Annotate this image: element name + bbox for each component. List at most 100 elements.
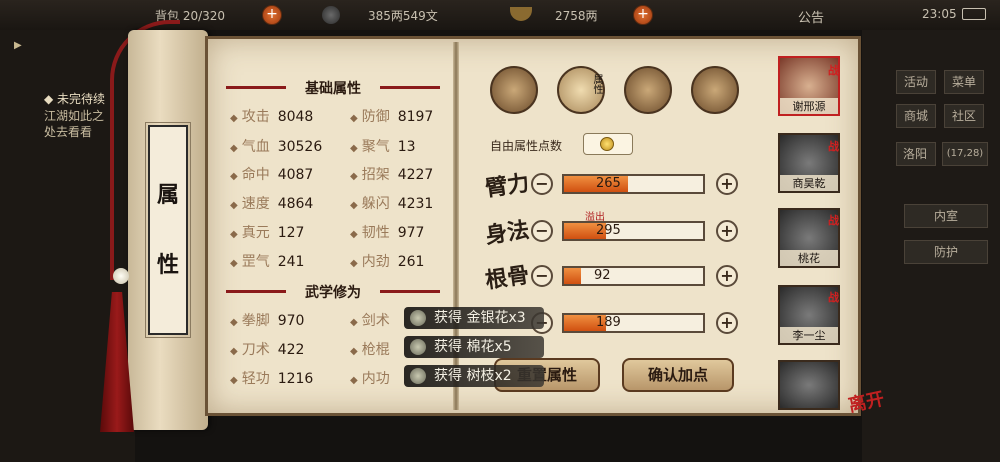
silver-amount: 2758两 [555,9,598,23]
stat-bar: 92 [562,266,705,286]
notice-button[interactable]: 公告 [798,7,824,26]
inner-room-button[interactable]: 内室 [904,204,988,228]
attribute-scroll-label: 属 性 [145,122,191,338]
attr-value: 4231 [397,196,434,212]
reward-toast: 获得 金银花x3 [404,307,544,329]
attr-gang-qi: ◆ 罡气 241 [230,254,305,270]
stat-bar: 189 [562,313,705,333]
martial-lightness: ◆ 轻功 1216 [230,371,314,387]
attr-label: 真元 [241,225,270,241]
add-capacity-button[interactable]: + [262,5,282,25]
attr-gather-qi: ◆ 聚气 13 [350,139,416,155]
attr-value: 1216 [277,371,314,387]
attr-label: 速度 [241,196,270,212]
toast-text: 获得 树枝x2 [434,368,512,384]
attr-label: 防御 [361,109,390,125]
attr-label: 韧性 [361,225,390,241]
attr-label: 内功 [361,371,390,387]
battle-badge: 战 [828,140,839,153]
battle-badge: 战 [828,64,839,77]
attr-value: 127 [277,225,305,241]
attr-hp: ◆ 气血 30526 [230,139,323,155]
meridian-tab-icon[interactable] [691,66,739,114]
increase-stat-button[interactable]: + [716,265,738,287]
honeysuckle-icon [410,310,426,326]
increase-stat-button[interactable]: + [716,173,738,195]
decrease-stat-button[interactable]: − [531,220,553,242]
attr-speed: ◆ 速度 4864 [230,196,314,212]
free-points-label: 自由属性点数 [490,139,563,153]
attr-label: 轻功 [241,371,270,387]
location-coord: (17,28) [942,142,988,166]
attr-label: 命中 [241,167,270,183]
attr-value: 8048 [277,109,314,125]
bagua-tab-icon[interactable] [624,66,672,114]
attr-toughness: ◆ 韧性 977 [350,225,425,241]
equipment-tab-icon[interactable] [490,66,538,114]
coin-icon [322,6,340,24]
battery-icon [962,8,986,20]
toast-text: 获得 金银花x3 [434,310,526,326]
quest-line-2: 处去看看 [44,125,93,139]
stat-value: 295 [596,223,621,238]
attr-dodge: ◆ 躲闪 4231 [350,196,434,212]
attribute-tab-icon[interactable]: 属性 [557,66,605,114]
location-label: 洛阳 [896,142,936,166]
attr-defense: ◆ 防御 8197 [350,109,434,125]
party-member-5[interactable] [778,360,840,410]
quest-title[interactable]: ◆ 未完待续 [44,90,105,107]
shop-button[interactable]: 商城 [896,104,936,128]
attr-value: 13 [397,139,416,155]
community-button[interactable]: 社区 [944,104,984,128]
party-member-name: 谢邢源 [780,98,838,114]
stat-bar: 265 [562,174,705,194]
scroll-label-char-2: 性 [156,252,179,278]
quest-line-1: 江湖如此之 [44,109,105,123]
attr-value: 8197 [397,109,434,125]
attr-hit: ◆ 命中 4087 [230,167,314,183]
attr-value: 970 [277,313,305,329]
confirm-points-button[interactable]: 确认加点 [622,358,734,392]
stat-bar: 295 [562,221,705,241]
increase-stat-button[interactable]: + [716,220,738,242]
martial-sword: ◆ 剑术 [350,313,390,329]
attr-value: 977 [397,225,425,241]
stat-name: 臂力 [483,170,531,202]
martial-spear: ◆ 枪棍 [350,342,390,358]
increase-stat-button[interactable]: + [716,312,738,334]
martial-arts-title: 武学修为 [218,282,448,302]
martial-blade: ◆ 刀术 422 [230,342,305,358]
attr-value: 4864 [277,196,314,212]
reward-toast: 获得 树枝x2 [404,365,544,387]
toast-text: 获得 棉花x5 [434,339,512,355]
attr-value: 4227 [397,167,434,183]
attr-parry: ◆ 招架 4227 [350,167,434,183]
stat-value: 189 [596,315,621,330]
decrease-stat-button[interactable]: − [531,173,553,195]
menu-button[interactable]: 菜单 [944,70,984,94]
attr-label: 躲闪 [361,196,390,212]
activity-button[interactable]: 活动 [896,70,936,94]
free-points-coin-icon [600,137,614,151]
attr-label: 刀术 [241,342,270,358]
branch-icon [410,368,426,384]
stat-name: 身法 [483,217,531,249]
money-amount: 385两549文 [368,9,438,23]
attr-label: 拳脚 [241,313,270,329]
attr-true-essence: ◆ 真元 127 [230,225,305,241]
attr-value: 241 [277,254,305,270]
add-silver-button[interactable]: + [633,5,653,25]
attr-value: 4087 [277,167,314,183]
martial-inner: ◆ 内功 [350,371,390,387]
attr-label: 剑术 [361,313,390,329]
protect-button[interactable]: 防护 [904,240,988,264]
battle-badge: 战 [828,214,839,227]
attribute-tab-label: 属性 [591,74,602,94]
quest-description: 江湖如此之 处去看看 [44,108,104,140]
attr-label: 招架 [361,167,390,183]
party-member-name: 桃花 [780,250,838,266]
attr-label: 聚气 [361,139,390,155]
attr-label: 枪棍 [361,342,390,358]
decrease-stat-button[interactable]: − [531,265,553,287]
expand-arrow-icon[interactable]: ▶ [14,40,22,51]
